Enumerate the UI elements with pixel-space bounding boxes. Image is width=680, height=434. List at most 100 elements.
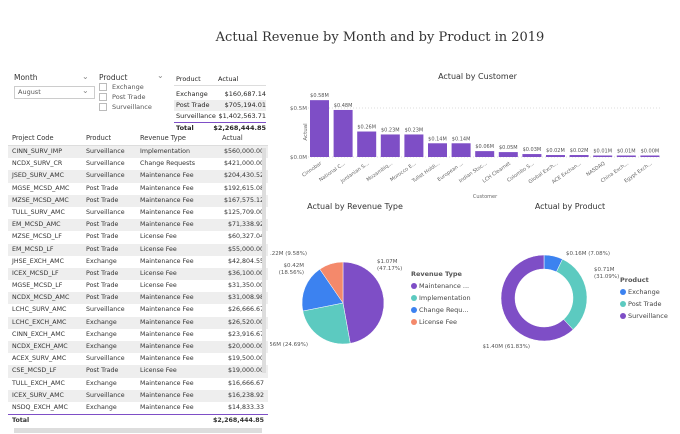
cell: Exchange <box>86 379 117 387</box>
table-row[interactable]: LCHC_EXCH_AMC Exchange Maintenance Fee $26,… <box>8 316 268 329</box>
cell: Surveillance <box>86 306 125 314</box>
bar[interactable] <box>357 131 377 157</box>
table-row[interactable]: ICEX_MCSD_LF Post Trade License Fee $36,100… <box>8 267 268 281</box>
chevron-down-icon[interactable]: ⌄ <box>82 86 89 95</box>
cell: Maintenance Fee <box>140 391 194 399</box>
checkbox-surveillance[interactable]: Surveillance <box>99 102 152 112</box>
bar[interactable] <box>569 155 589 157</box>
cell: NCDX_EXCH_AMC <box>12 343 68 350</box>
legend-title: Revenue Type <box>411 270 462 278</box>
bar[interactable] <box>451 143 471 157</box>
table-row[interactable]: ACEX_SURV_AMC Surveillance Maintenance Fee… <box>8 353 268 366</box>
vertical-scrollbar[interactable] <box>262 148 266 373</box>
cell: Post Trade <box>86 233 119 241</box>
cell: Post Trade <box>86 196 119 204</box>
cell: Exchange <box>86 403 117 411</box>
legend-label: Change Requ... <box>419 306 469 314</box>
table-row[interactable]: JHSE_EXCH_AMC Exchange Maintenance Fee $42,… <box>8 255 268 268</box>
data-label: $0.03M <box>523 147 542 153</box>
data-label: $0.16M (7.08%) <box>566 251 610 257</box>
table-row[interactable]: TULL_SURV_AMC Surveillance Maintenance Fee… <box>8 206 268 220</box>
bar[interactable] <box>380 134 400 157</box>
horizontal-scrollbar[interactable] <box>14 428 262 434</box>
legend-title: Product <box>620 276 649 284</box>
table-row[interactable]: MGSE_MCSD_LF Post Trade License Fee $31,350… <box>8 280 268 293</box>
legend-item[interactable]: Surveillance <box>620 310 668 322</box>
chevron-down-icon[interactable]: ⌄ <box>82 72 89 81</box>
cell: Exchange <box>86 343 117 350</box>
legend-item[interactable]: Exchange <box>620 286 668 298</box>
bar[interactable] <box>310 100 329 157</box>
cell: Maintenance Fee <box>140 318 194 326</box>
bar[interactable] <box>498 152 518 157</box>
cell: $204,430.52 <box>223 172 264 180</box>
cell: ICEX_SURV_AMC <box>12 391 64 399</box>
legend-item[interactable]: Post Trade <box>620 298 668 310</box>
col-header[interactable]: Revenue Type <box>140 131 212 145</box>
revenue-type-legend: Revenue Type Maintenance ... Implementat… <box>411 268 471 328</box>
bar[interactable] <box>593 155 613 158</box>
col-header[interactable]: Product <box>174 74 218 85</box>
bar[interactable] <box>522 154 542 157</box>
slice[interactable] <box>342 261 385 344</box>
bar[interactable] <box>404 134 424 157</box>
legend-item[interactable]: License Fee <box>411 316 471 328</box>
cell: MGSE_MCSD_LF <box>12 282 63 290</box>
legend-item[interactable]: Maintenance ... <box>411 280 471 292</box>
table-row[interactable]: JSED_SURV_AMC Surveillance Maintenance Fee… <box>8 170 268 183</box>
table-row[interactable]: CINN_EXCH_AMC Exchange Maintenance Fee $23,… <box>8 328 268 341</box>
bar[interactable] <box>616 155 636 158</box>
legend-item[interactable]: Implementation <box>411 292 471 304</box>
table-row[interactable]: NCDX_MCSD_AMC Post Trade Maintenance Fee $3… <box>8 292 268 305</box>
table-row[interactable]: MZSE_MCSD_AMC Post Trade Maintenance Fee $1… <box>8 194 268 207</box>
data-label: $0.02M <box>546 148 565 154</box>
cell: $19,500.00 <box>227 355 264 363</box>
cell: Maintenance Fee <box>140 343 194 350</box>
checkbox-exchange[interactable]: Exchange <box>99 82 152 92</box>
cell: LCHC_SURV_AMC <box>12 306 67 314</box>
col-header[interactable]: Actual <box>218 74 238 85</box>
cell: Change Requests <box>140 160 195 168</box>
table-row[interactable]: MGSE_MCSD_AMC Post Trade Maintenance Fee $1… <box>8 182 268 195</box>
table-row[interactable]: MZSE_MCSD_LF Post Trade License Fee $60,327… <box>8 231 268 244</box>
y-tick-label: $0.0M <box>290 155 307 161</box>
cell: Implementation <box>140 148 190 155</box>
chevron-down-icon[interactable]: ⌄ <box>157 71 164 80</box>
table-row[interactable]: TULL_EXCH_AMC Exchange Maintenance Fee $16,… <box>8 377 268 390</box>
slice[interactable] <box>556 258 588 331</box>
table-row[interactable]: NSDQ_EXCH_AMC Exchange Maintenance Fee $14,… <box>8 401 268 415</box>
cell: $160,687.14 <box>224 90 266 98</box>
table-row[interactable]: LCHC_SURV_AMC Surveillance Maintenance Fee… <box>8 304 268 317</box>
checkbox-post-trade[interactable]: Post Trade <box>99 92 152 102</box>
bar[interactable] <box>428 143 447 157</box>
cell: NCDX_MCSD_AMC <box>12 294 70 302</box>
cell: License Fee <box>140 367 177 375</box>
cell: Maintenance Fee <box>140 184 194 192</box>
table-row[interactable]: EM_MCSD_AMC Post Trade Maintenance Fee $71,… <box>8 219 268 232</box>
cell: $71,338.92 <box>227 221 264 229</box>
table-row[interactable]: EM_MCSD_LF Post Trade License Fee $55,000.0… <box>8 243 268 256</box>
x-axis-title: Customer <box>473 194 498 200</box>
bar[interactable] <box>640 155 660 158</box>
cell: Post Trade <box>86 367 119 375</box>
bar[interactable] <box>546 155 565 157</box>
table-row[interactable]: NCDX_SURV_CR Surveillance Change Requests $… <box>8 158 268 171</box>
col-header[interactable]: Actual <box>212 131 264 145</box>
table-header: Project Code Product Revenue Type Actual <box>8 131 268 146</box>
cell: Post Trade <box>86 245 119 253</box>
cell: Surveillance <box>86 148 125 155</box>
table-row[interactable]: CINN_SURV_IMP Surveillance Implementation $… <box>8 146 268 159</box>
cell: $60,327.04 <box>227 233 264 241</box>
table-row[interactable]: CSE_MCSD_LF Post Trade License Fee $19,000.… <box>8 365 268 378</box>
bar[interactable] <box>475 151 495 157</box>
col-header[interactable]: Product <box>86 131 140 145</box>
col-header[interactable]: Project Code <box>8 131 86 145</box>
option-label: Exchange <box>112 83 144 91</box>
table-row[interactable]: ICEX_SURV_AMC Surveillance Maintenance Fee… <box>8 389 268 402</box>
legend-item[interactable]: Change Requ... <box>411 304 471 316</box>
cell: $31,008.98 <box>227 294 264 302</box>
total-label: Total <box>12 417 30 425</box>
bar[interactable] <box>333 109 353 157</box>
cell: MGSE_MCSD_AMC <box>12 184 70 192</box>
table-row[interactable]: NCDX_EXCH_AMC Exchange Maintenance Fee $20,… <box>8 341 268 354</box>
